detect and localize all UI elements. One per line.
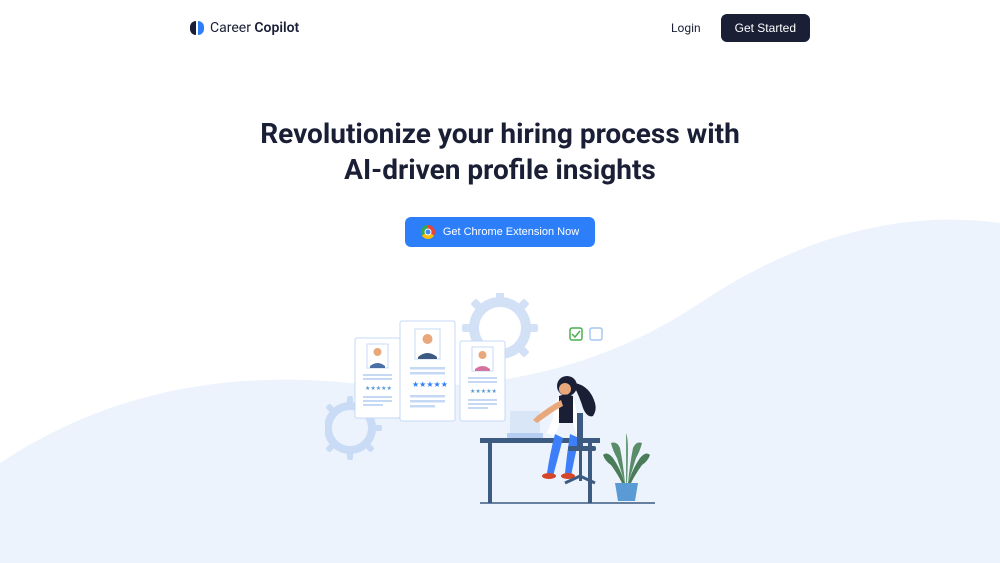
get-started-button[interactable]: Get Started [721,14,810,42]
svg-text:★★★★★: ★★★★★ [412,380,448,389]
login-link[interactable]: Login [671,21,701,35]
logo-text: Career Copilot [210,20,299,36]
nav-actions: Login Get Started [671,14,810,42]
logo-icon [190,21,204,35]
hero-title: Revolutionize your hiring process with A… [0,116,1000,189]
svg-text:★★★★★: ★★★★★ [365,385,392,392]
hero-illustration: ★★★★★ ★★★★★ ★★★★★ [325,293,675,533]
header: Career Copilot Login Get Started [0,0,1000,56]
chrome-extension-button[interactable]: Get Chrome Extension Now [405,217,595,247]
svg-text:★★★★★: ★★★★★ [470,388,497,395]
hero-section: Revolutionize your hiring process with A… [0,56,1000,247]
logo[interactable]: Career Copilot [190,20,299,36]
chrome-icon [421,225,435,239]
